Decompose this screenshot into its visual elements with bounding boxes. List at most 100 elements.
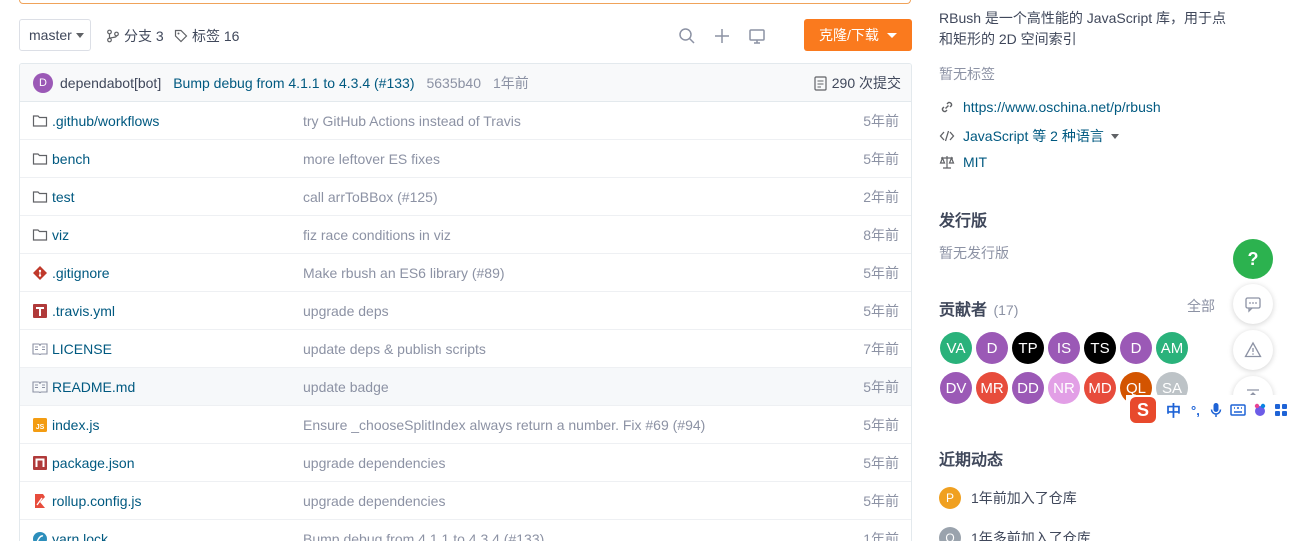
file-row[interactable]: package.json upgrade dependencies 5年前 [20, 444, 911, 482]
commit-message[interactable]: Bump debug from 4.1.1 to 4.3.4 (#133) [173, 75, 414, 91]
top-banner-edge [19, 0, 911, 4]
ime-punct[interactable]: °, [1191, 403, 1200, 418]
ime-toolbar: S 中 °, [1126, 395, 1297, 425]
contributor-avatar[interactable]: MD [1084, 372, 1116, 404]
no-tags-text: 暂无标签 [939, 66, 995, 82]
contributor-avatar[interactable]: D [976, 332, 1008, 364]
file-row[interactable]: .travis.yml upgrade deps 5年前 [20, 292, 911, 330]
file-row[interactable]: yarn.lock Bump debug from 4.1.1 to 4.3.4 … [20, 520, 911, 541]
code-icon [939, 130, 955, 142]
contributors-heading: 贡献者 (17) [939, 296, 1018, 320]
grid-menu-icon[interactable] [1274, 403, 1288, 417]
avatar[interactable]: P [939, 487, 961, 509]
languages-label: JavaScript 等 2 种语言 [963, 128, 1104, 144]
activity-text: 1年前加入了仓库 [971, 490, 1077, 506]
file-row[interactable]: bench more leftover ES fixes 5年前 [20, 140, 911, 178]
contributor-avatar[interactable]: IS [1048, 332, 1080, 364]
file-commit-message[interactable]: Make rbush an ES6 library (#89) [303, 265, 505, 281]
clone-download-button[interactable]: 克隆/下载 [804, 19, 912, 51]
search-icon[interactable] [678, 27, 696, 45]
commit-hash[interactable]: 5635b40 [426, 75, 481, 91]
file-name-link[interactable]: package.json [52, 455, 135, 471]
file-commit-message[interactable]: upgrade deps [303, 303, 389, 319]
help-button[interactable]: ? [1233, 239, 1273, 279]
file-list: D dependabot[bot] Bump debug from 4.1.1 … [19, 63, 912, 541]
all-contributors-link[interactable]: 全部 [1187, 296, 1215, 316]
contributor-avatar[interactable]: DD [1012, 372, 1044, 404]
skin-icon[interactable] [1252, 402, 1268, 418]
file-commit-time: 5年前 [863, 416, 899, 433]
file-name-link[interactable]: LICENSE [52, 341, 112, 357]
branch-select[interactable]: master [19, 19, 91, 51]
ime-lang[interactable]: 中 [1166, 400, 1181, 421]
file-row[interactable]: rollup.config.js upgrade dependencies 5年前 [20, 482, 911, 520]
file-commit-message[interactable]: update badge [303, 379, 389, 395]
file-name-link[interactable]: README.md [52, 379, 135, 395]
folder-icon [32, 113, 48, 129]
file-name-link[interactable]: yarn.lock [52, 531, 108, 541]
file-commit-message[interactable]: try GitHub Actions instead of Travis [303, 113, 521, 129]
rollup-icon [32, 493, 48, 509]
license-label: MIT [963, 154, 988, 170]
file-row[interactable]: test call arrToBBox (#125) 2年前 [20, 178, 911, 216]
book-icon [32, 341, 48, 357]
commit-author[interactable]: dependabot[bot] [60, 75, 161, 91]
file-name-link[interactable]: .gitignore [52, 265, 110, 281]
file-commit-message[interactable]: upgrade dependencies [303, 455, 445, 471]
file-name-link[interactable]: rollup.config.js [52, 493, 142, 509]
commit-count-link[interactable]: 290 次提交 [814, 64, 901, 102]
book-icon [32, 379, 48, 395]
latest-commit-bar: D dependabot[bot] Bump debug from 4.1.1 … [20, 64, 911, 102]
contributor-avatar[interactable]: MR [976, 372, 1008, 404]
file-name-link[interactable]: .github/workflows [52, 113, 159, 129]
license-link[interactable]: MIT [939, 154, 987, 170]
avatar[interactable]: Q [939, 527, 961, 541]
contributors-title: 贡献者 [939, 302, 988, 319]
branches-link[interactable]: 分支 3 [106, 26, 164, 46]
tags-link[interactable]: 标签 16 [174, 26, 239, 46]
microphone-icon[interactable] [1210, 402, 1222, 418]
file-name-link[interactable]: .travis.yml [52, 303, 115, 319]
ime-logo[interactable]: S [1130, 397, 1156, 423]
contributor-avatar[interactable]: DV [940, 372, 972, 404]
comment-button[interactable] [1233, 284, 1273, 324]
git-icon [32, 265, 48, 281]
homepage-url: https://www.oschina.net/p/rbush [963, 99, 1161, 115]
file-name-link[interactable]: bench [52, 151, 90, 167]
keyboard-icon[interactable] [1230, 404, 1246, 416]
contributor-avatar[interactable]: VA [940, 332, 972, 364]
file-commit-message[interactable]: Ensure _chooseSplitIndex always return a… [303, 417, 705, 433]
contributor-avatar[interactable]: NR [1048, 372, 1080, 404]
file-commit-message[interactable]: update deps & publish scripts [303, 341, 486, 357]
file-commit-message[interactable]: more leftover ES fixes [303, 151, 440, 167]
commits-icon [814, 75, 827, 91]
file-row[interactable]: LICENSE update deps & publish scripts 7年前 [20, 330, 911, 368]
file-commit-message[interactable]: upgrade dependencies [303, 493, 445, 509]
file-row[interactable]: JS index.js Ensure _chooseSplitIndex alway… [20, 406, 911, 444]
file-commit-message[interactable]: call arrToBBox (#125) [303, 189, 438, 205]
file-commit-time: 1年前 [863, 530, 899, 541]
file-commit-message[interactable]: Bump debug from 4.1.1 to 4.3.4 (#133) [303, 531, 544, 541]
file-row[interactable]: .gitignore Make rbush an ES6 library (#89… [20, 254, 911, 292]
file-row[interactable]: README.md update badge 5年前 [20, 368, 911, 406]
file-row[interactable]: viz fiz race conditions in viz 8年前 [20, 216, 911, 254]
file-name-link[interactable]: test [52, 189, 75, 205]
chevron-down-icon [1110, 133, 1119, 139]
contributor-avatar[interactable]: D [1120, 332, 1152, 364]
file-name-link[interactable]: viz [52, 227, 69, 243]
no-releases-text: 暂无发行版 [939, 245, 1009, 261]
contributor-avatar[interactable]: TS [1084, 332, 1116, 364]
contributor-avatar[interactable]: AM [1156, 332, 1188, 364]
contributor-avatar[interactable]: TP [1012, 332, 1044, 364]
plus-icon[interactable] [713, 27, 731, 45]
folder-icon [32, 189, 48, 205]
languages-link[interactable]: JavaScript 等 2 种语言 [939, 126, 1119, 146]
homepage-link[interactable]: https://www.oschina.net/p/rbush [939, 99, 1161, 115]
report-button[interactable] [1233, 330, 1273, 370]
avatar[interactable]: D [33, 72, 53, 93]
file-commit-message[interactable]: fiz race conditions in viz [303, 227, 451, 243]
file-name-link[interactable]: index.js [52, 417, 99, 433]
web-ide-icon[interactable] [748, 27, 766, 45]
file-row[interactable]: .github/workflows try GitHub Actions inst… [20, 102, 911, 140]
commit-time: 1年前 [493, 74, 529, 91]
